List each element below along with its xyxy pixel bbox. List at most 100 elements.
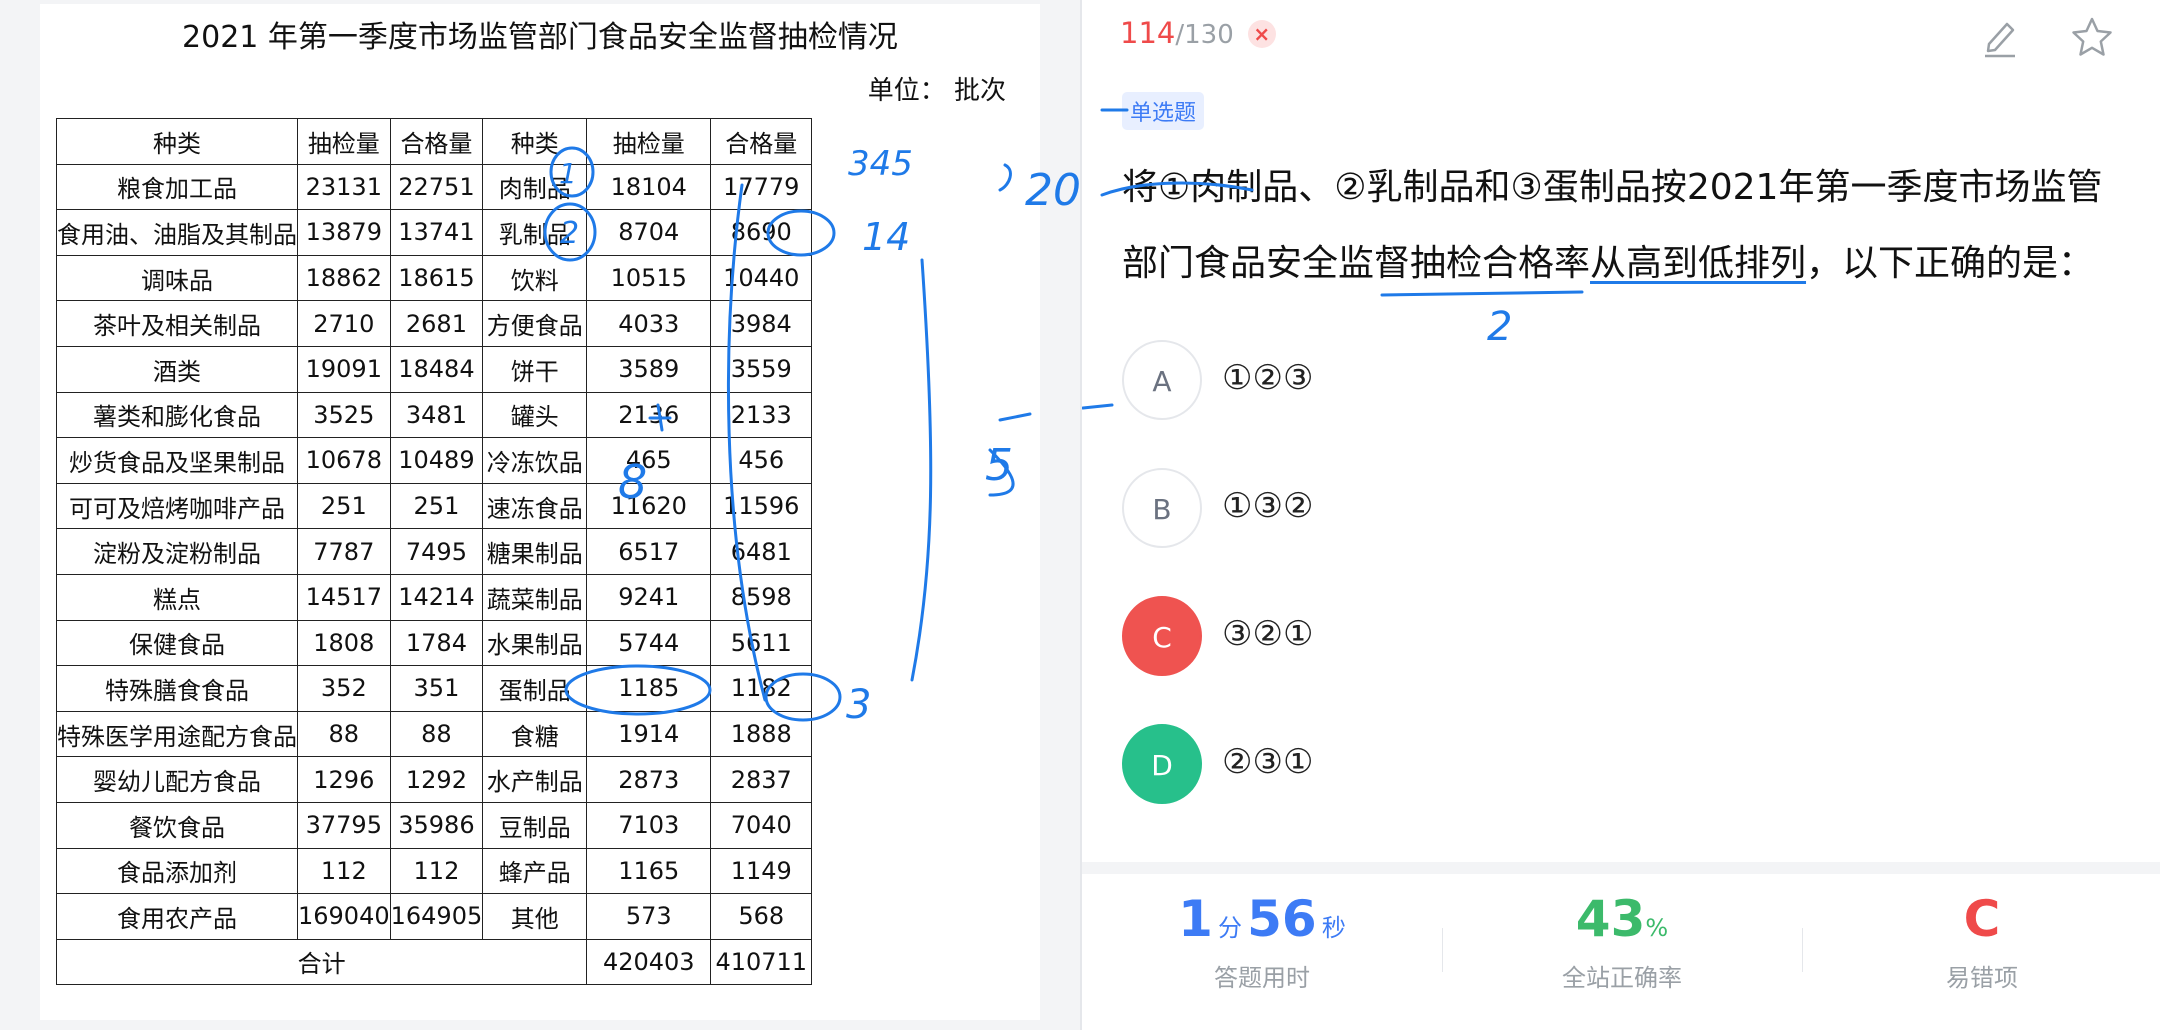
star-icon[interactable] (2069, 14, 2115, 60)
table-row: 粮食加工品 23131 22751 肉制品 18104 17779 (56, 163, 813, 211)
edit-icon[interactable] (1977, 14, 2023, 60)
table-cell: 薯类和膨化食品 (56, 391, 298, 439)
question-type-badge: 单选题 (1122, 92, 1205, 130)
table-cell: 婴幼儿配方食品 (56, 756, 298, 803)
table-cell: 4033 (586, 300, 712, 347)
table-cell: 肉制品 (482, 163, 588, 211)
table-cell: 352 (297, 665, 391, 712)
total-row: 合计 420403 410711 (55, 938, 813, 986)
accuracy-label: 全站正确率 (1562, 964, 1682, 992)
answer-time-label: 答题用时 (1214, 964, 1310, 992)
table-cell: 特殊膳食食品 (56, 665, 298, 712)
table-cell: 22751 (389, 163, 484, 211)
option-a[interactable]: A ①②③ (1122, 340, 2022, 424)
time-minutes: 1 (1178, 890, 1213, 948)
table-cell: 1914 (586, 710, 712, 758)
table-cell: 炒货食品及坚果制品 (56, 437, 298, 484)
table-cell: 88 (389, 710, 484, 758)
table-cell: 169040 (297, 893, 391, 940)
inspection-table: 种类 抽检量 合格量 种类 抽检量 合格量 粮食加工品 23131 22751 肉制品… (55, 118, 813, 986)
option-letter: A (1122, 340, 1202, 420)
table-cell: 251 (297, 482, 391, 530)
table-cell: 2873 (586, 756, 712, 803)
option-letter-correct: D (1122, 724, 1202, 804)
common-wrong-label: 易错项 (1946, 964, 2018, 992)
table-cell: 2681 (389, 300, 484, 347)
table-cell: 茶叶及相关制品 (56, 300, 298, 347)
table-cell: 其他 (482, 893, 588, 940)
table-row: 婴幼儿配方食品 1296 1292 水产制品 2873 2837 (56, 756, 813, 803)
option-text: ③②① (1222, 614, 1314, 654)
table-cell: 酒类 (56, 345, 298, 393)
table-row: 食用油、油脂及其制品 13879 13741 乳制品 8704 8690 (56, 209, 813, 256)
table-cell: 37795 (297, 801, 391, 849)
header-cell: 种类 (56, 118, 298, 165)
table-row: 薯类和膨化食品 3525 3481 罐头 2136 2133 (56, 391, 813, 439)
table-cell: 351 (389, 665, 484, 712)
table-cell: 11620 (586, 482, 712, 530)
table-cell: 食用农产品 (56, 893, 298, 940)
table-cell: 冷冻饮品 (482, 437, 588, 484)
table-cell: 餐饮食品 (56, 801, 298, 849)
table-title: 2021 年第一季度市场监管部门食品安全监督抽检情况 (182, 20, 898, 55)
accuracy-unit: % (1645, 914, 1669, 942)
common-wrong-letter: C (1963, 890, 2001, 948)
table-row: 保健食品 1808 1784 水果制品 5744 5611 (56, 619, 813, 667)
table-cell: 112 (389, 847, 484, 895)
header-cell: 合格量 (389, 118, 484, 165)
option-text: ①③② (1222, 486, 1314, 526)
option-c[interactable]: C ③②① (1122, 596, 2022, 680)
table-row: 酒类 19091 18484 饼干 3589 3559 (56, 345, 813, 393)
table-cell: 糕点 (56, 573, 298, 621)
table-cell: 14517 (297, 573, 391, 621)
table-cell: 水果制品 (482, 619, 588, 667)
option-text: ①②③ (1222, 358, 1314, 398)
section-divider (1082, 862, 2160, 874)
table-cell: 35986 (389, 801, 484, 849)
table-cell: 23131 (297, 163, 391, 211)
table-cell: 11596 (710, 482, 813, 530)
total-pass: 410711 (710, 938, 813, 986)
answer-time-value: 1 分 56 秒 (1082, 890, 1442, 948)
table-cell: 6517 (586, 528, 712, 575)
table-cell: 164905 (389, 893, 484, 940)
table-cell: 573 (586, 893, 712, 940)
stem-emphasis: 从高到低排列 (1590, 243, 1807, 284)
table-cell: 特殊医学用途配方食品 (56, 710, 298, 758)
table-cell: 2710 (297, 300, 391, 347)
table-cell: 10515 (586, 254, 712, 302)
table-cell: 水产制品 (482, 756, 588, 803)
option-letter: B (1122, 468, 1202, 548)
accuracy-value: 43% (1442, 890, 1802, 948)
table-cell: 7103 (586, 801, 712, 849)
accuracy-stat: 43% 全站正确率 (1442, 890, 1802, 993)
table-cell: 蜂产品 (482, 847, 588, 895)
table-row: 餐饮食品 37795 35986 豆制品 7103 7040 (56, 801, 813, 849)
time-seconds-unit: 秒 (1321, 914, 1346, 942)
table-cell: 5744 (586, 619, 712, 667)
table-cell: 2133 (710, 391, 813, 439)
time-seconds: 56 (1247, 890, 1317, 948)
table-cell: 6481 (710, 528, 813, 575)
table-cell: 8690 (710, 209, 813, 256)
table-cell: 10678 (297, 437, 391, 484)
table-body: 粮食加工品 23131 22751 肉制品 18104 17779 食用油、油脂及其制品 13… (56, 163, 813, 940)
total-label: 合计 (55, 938, 588, 986)
table-unit: 单位： 批次 (867, 76, 1006, 106)
table-cell: 7495 (389, 528, 484, 575)
table-row: 淀粉及淀粉制品 7787 7495 糖果制品 6517 6481 (56, 528, 813, 575)
table-header-row: 种类 抽检量 合格量 种类 抽检量 合格量 (56, 118, 813, 165)
table-cell: 调味品 (56, 254, 298, 302)
wrong-x-icon: × (1247, 20, 1276, 48)
table-row: 炒货食品及坚果制品 10678 10489 冷冻饮品 465 456 (56, 437, 813, 484)
table-cell: 1185 (586, 665, 712, 712)
header-cell: 抽检量 (297, 118, 391, 165)
table-cell: 456 (710, 437, 813, 484)
table-cell: 糖果制品 (482, 528, 588, 575)
option-d[interactable]: D ②③① (1122, 724, 2022, 808)
table-cell: 19091 (297, 345, 391, 393)
option-b[interactable]: B ①③② (1122, 468, 2022, 552)
table-cell: 速冻食品 (482, 482, 588, 530)
table-cell: 18615 (389, 254, 484, 302)
table-cell: 7787 (297, 528, 391, 575)
